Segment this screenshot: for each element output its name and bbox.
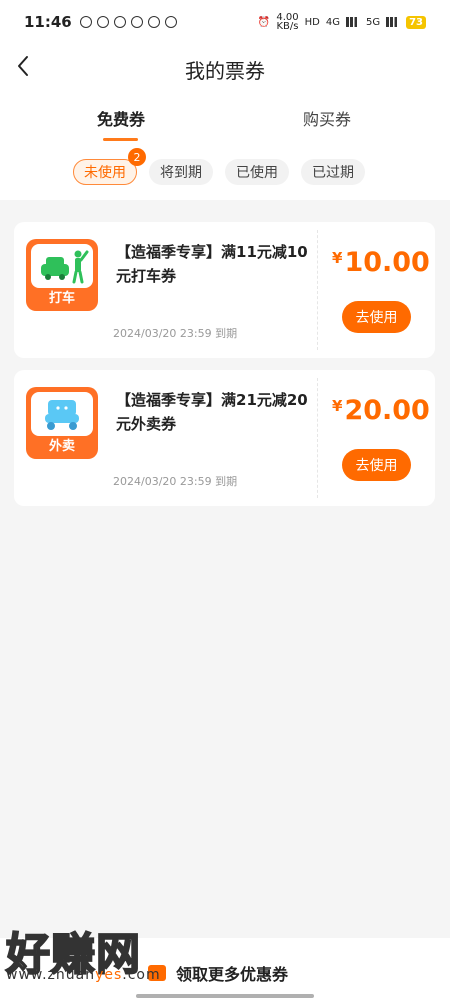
hd-icon: HD [304,16,320,28]
active-tab-indicator [103,138,138,141]
network-speed: 4.00 KB/s [276,13,299,32]
taxi-icon-graphic [31,244,93,288]
signal-label-4g: 4G [325,16,340,28]
car-icon [41,250,89,284]
coupon-title: 【造福季专享】满21元减20元外卖券 [116,391,308,433]
tab-free-coupons[interactable]: 免费券 [97,106,145,130]
watermark-url-highlight: yes [95,967,123,983]
filter-expiring[interactable]: 将到期 [149,159,213,185]
battery-icon: 73 [406,15,426,29]
signal-icon [386,17,401,27]
filter-unused-label: 未使用 [84,165,126,181]
coupon-amount-value: 10.00 [344,247,430,278]
signal-label-5g: 5G [365,16,381,28]
coupon-expiry: 2024/03/20 23:59 到期 [113,327,238,340]
watermark-url: www.zhuanyes.com [6,967,161,983]
signal-icon [345,17,360,27]
home-indicator[interactable] [136,994,314,998]
currency-symbol: ¥ [332,249,343,267]
app-notification-icon [79,16,92,28]
get-more-coupons-link[interactable]: 领取更多优惠券 [176,961,288,985]
scooter-icon-graphic [31,392,93,436]
coupon-amount: ¥20.00 [332,395,430,426]
watermark-url-suffix: .com [122,967,161,983]
app-notification-icon [130,16,143,28]
coupon-card[interactable]: 外卖 【造福季专享】满21元减20元外卖券 2024/03/20 23:59 到… [14,370,435,506]
currency-symbol: ¥ [332,397,343,415]
scooter-icon: 外卖 [26,387,98,459]
status-time: 11:46 [24,13,72,31]
coupon-category-label: 打车 [48,291,75,306]
taxi-icon: 打车 [26,239,98,311]
coupon-amount: ¥10.00 [332,247,430,278]
filter-used[interactable]: 已使用 [225,159,289,185]
coupon-expiry: 2024/03/20 23:59 到期 [113,475,238,488]
app-notification-icon [113,16,126,28]
watermark-url-prefix: www.zhuan [6,967,96,983]
coupon-category-label: 外卖 [48,439,75,454]
unused-count-badge: 2 [128,148,146,166]
coupon-card[interactable]: 打车 【造福季专享】满11元减10元打车券 2024/03/20 23:59 到… [14,222,435,358]
coupon-divider [317,230,318,350]
coupon-title: 【造福季专享】满11元减10元打车券 [116,243,308,285]
alarm-icon: ⏰ [257,16,271,28]
filter-expired[interactable]: 已过期 [301,159,365,185]
delivery-scooter-icon [45,400,79,430]
app-notification-icon [147,16,160,28]
coupon-amount-value: 20.00 [344,395,430,426]
page-title: 我的票券 [185,59,265,83]
page-header: 我的票券 免费券 购买券 未使用 2 将到期 已使用 已过期 [0,44,450,200]
app-notification-icon [96,16,109,28]
network-speed-unit: KB/s [276,21,299,32]
notification-icons [79,16,177,28]
app-notification-icon [164,16,177,28]
use-coupon-button[interactable]: 去使用 [342,301,411,333]
tab-purchased-coupons[interactable]: 购买券 [303,106,351,130]
status-bar: 11:46 ⏰ 4.00 KB/s HD 4G 5G 73 [0,0,450,44]
system-status: ⏰ 4.00 KB/s HD 4G 5G 73 [257,13,426,32]
filter-unused[interactable]: 未使用 2 [73,148,146,185]
coupon-divider [317,378,318,498]
use-coupon-button[interactable]: 去使用 [342,449,411,481]
